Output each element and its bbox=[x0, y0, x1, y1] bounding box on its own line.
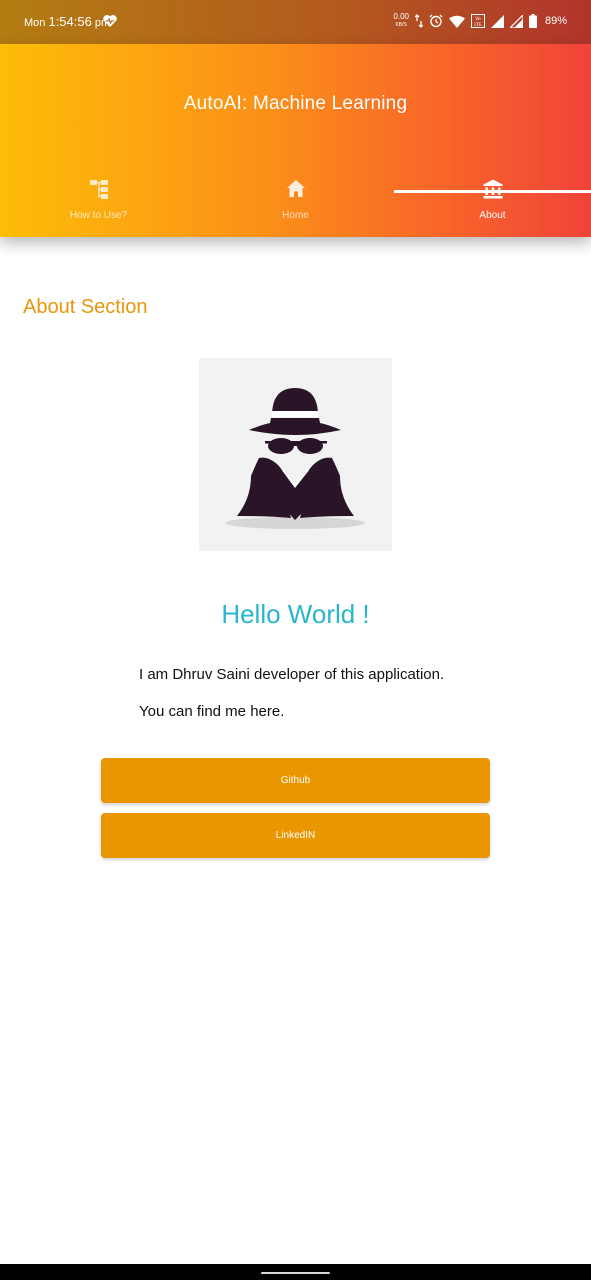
status-icons: 0.00 KB/S Vo LTE 89% bbox=[393, 13, 567, 29]
tab-how-to-use[interactable]: How to Use? bbox=[0, 172, 197, 237]
tab-about[interactable]: About bbox=[394, 172, 591, 237]
alarm-icon bbox=[429, 14, 443, 28]
wifi-icon bbox=[448, 15, 465, 28]
svg-text:LTE: LTE bbox=[474, 22, 482, 28]
battery-percent: 89% bbox=[544, 15, 567, 27]
tab-label-how-to-use: How to Use? bbox=[69, 210, 128, 221]
gesture-handle[interactable] bbox=[261, 1272, 330, 1274]
tree-structure-icon bbox=[89, 180, 108, 199]
home-icon bbox=[286, 180, 305, 197]
tab-label-about: About bbox=[479, 210, 506, 221]
status-bar: Mon 1:54:56 pm 0.00 KB/S Vo LTE 89% bbox=[0, 0, 591, 44]
net-speed: 0.00 KB/S bbox=[393, 13, 409, 29]
system-nav-bar bbox=[0, 1264, 591, 1280]
tab-home[interactable]: Home bbox=[197, 172, 394, 237]
developer-intro-text: I am Dhruv Saini developer of this appli… bbox=[139, 666, 445, 683]
github-button[interactable]: Github bbox=[101, 758, 490, 803]
net-speed-value: 0.00 bbox=[393, 12, 409, 21]
signal-icon bbox=[490, 14, 504, 28]
net-speed-unit: KB/S bbox=[395, 22, 407, 28]
status-clock: 1:54:56 bbox=[48, 14, 92, 29]
data-arrows-icon bbox=[414, 14, 423, 28]
status-time: Mon 1:54:56 pm bbox=[24, 14, 110, 29]
linkedin-button[interactable]: LinkedIN bbox=[101, 813, 490, 858]
avatar bbox=[199, 358, 392, 551]
greeting-heading: Hello World ! bbox=[221, 599, 370, 629]
heart-rate-icon bbox=[103, 15, 117, 27]
svg-text:Vo: Vo bbox=[475, 16, 481, 22]
tab-label-home: Home bbox=[282, 210, 309, 221]
battery-icon bbox=[528, 14, 537, 28]
volte-icon: VoLTE bbox=[470, 14, 485, 28]
spy-avatar-icon bbox=[225, 388, 365, 529]
bank-building-icon bbox=[483, 179, 502, 199]
app-bar: AutoAI: Machine Learning How to Use? Hom… bbox=[0, 44, 591, 237]
signal-alt-icon bbox=[509, 14, 523, 28]
section-title: About Section bbox=[23, 296, 148, 318]
active-tab-indicator bbox=[394, 190, 591, 193]
find-me-text: You can find me here. bbox=[139, 703, 285, 720]
app-title: AutoAI: Machine Learning bbox=[183, 93, 408, 114]
tab-bar: How to Use? Home About bbox=[0, 172, 591, 237]
status-day: Mon bbox=[24, 17, 46, 29]
